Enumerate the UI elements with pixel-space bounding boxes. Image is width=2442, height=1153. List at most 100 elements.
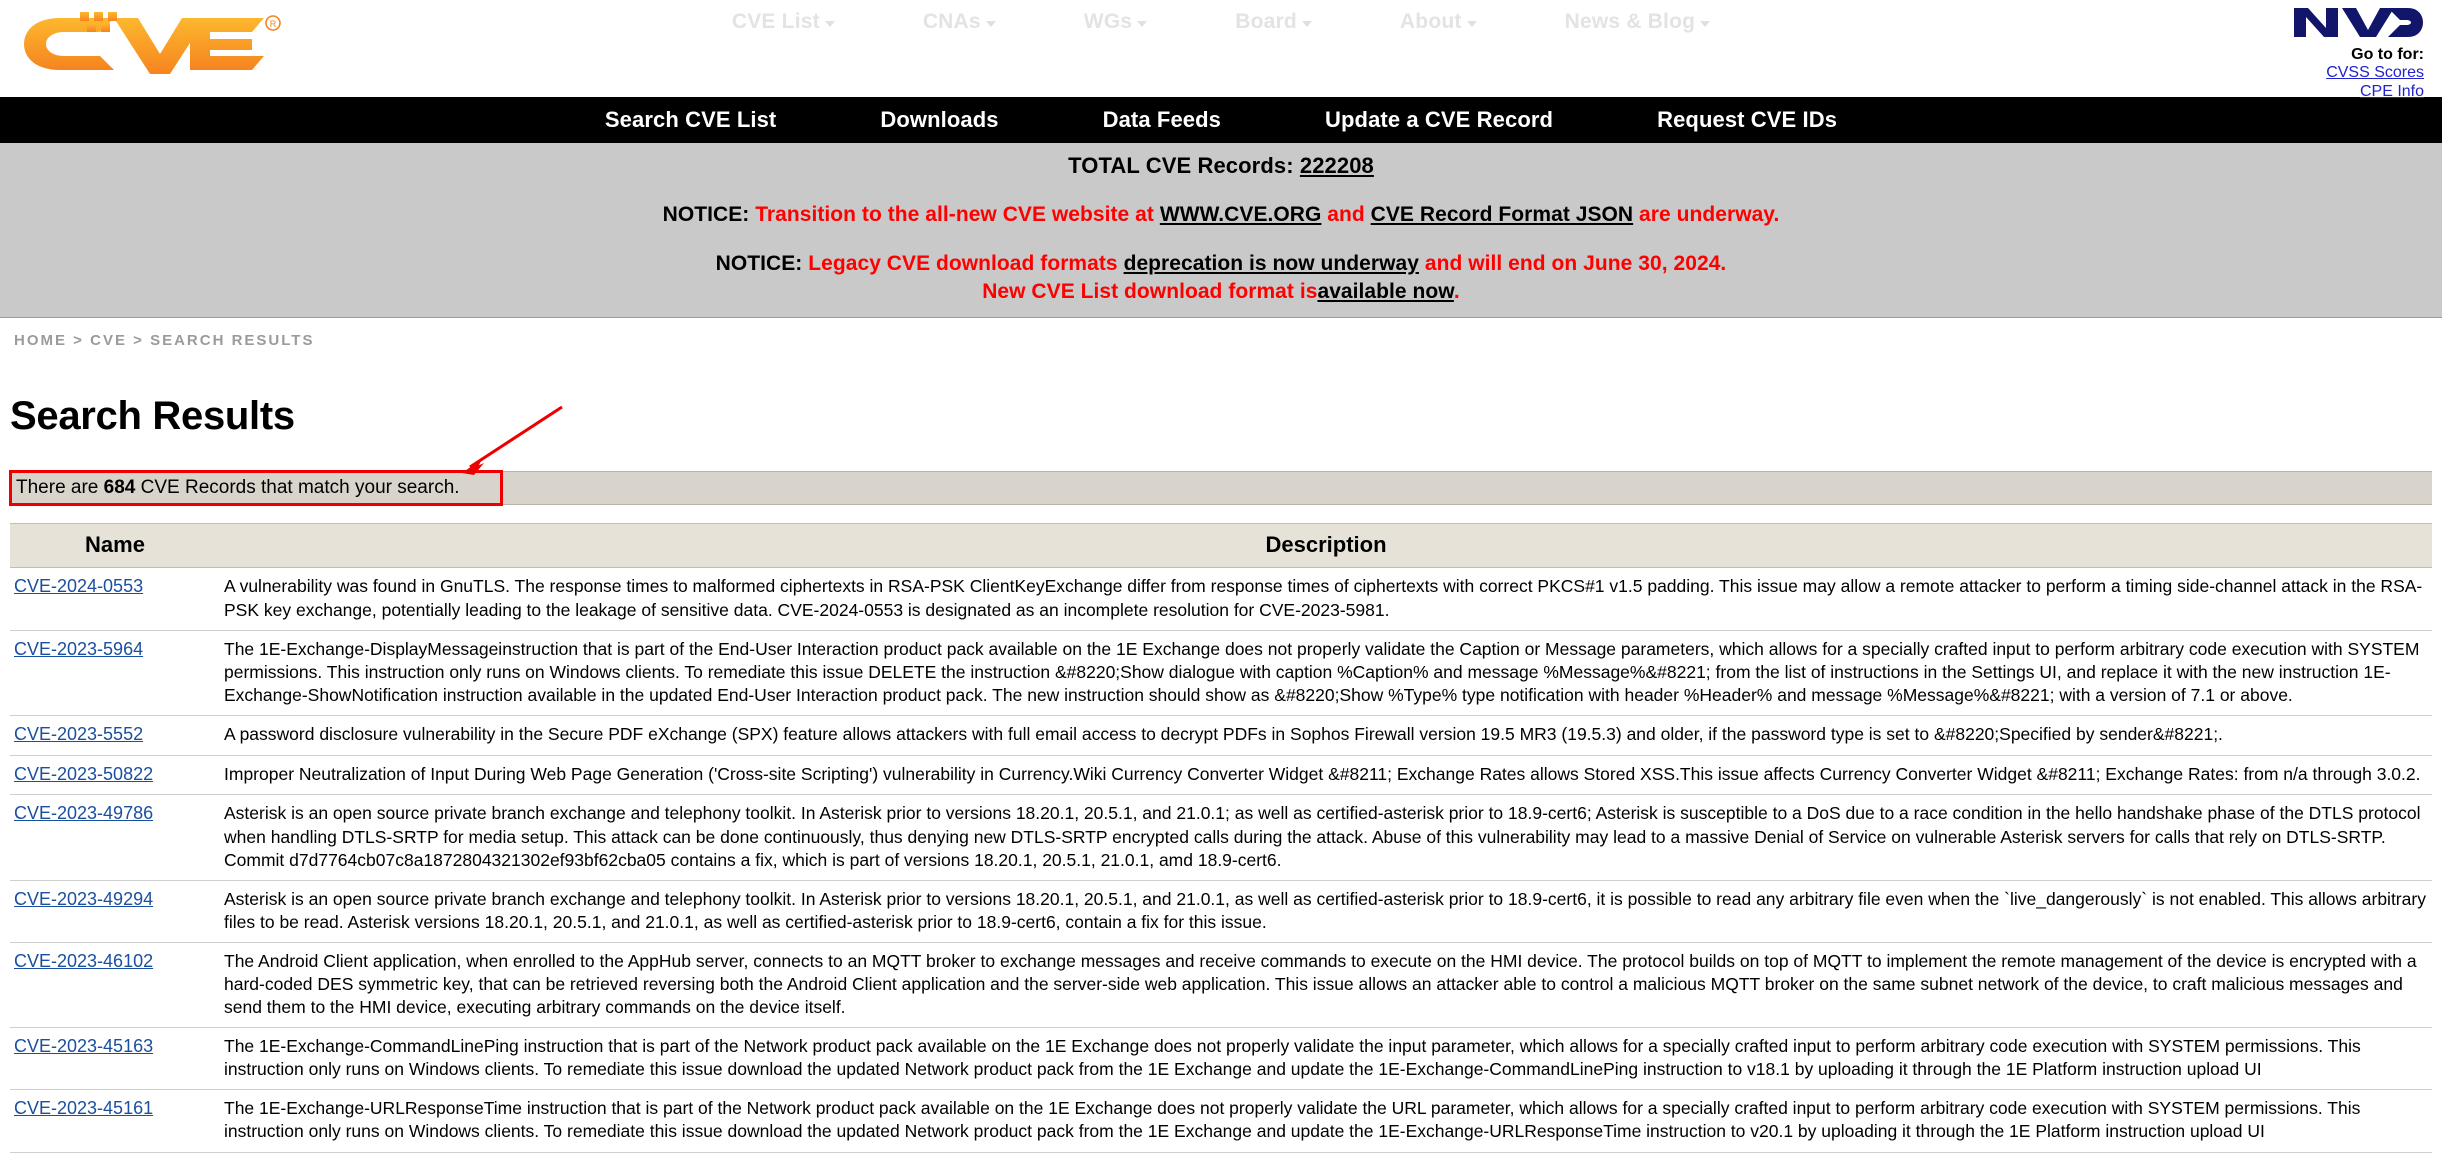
- table-row: CVE-2024-0553 A vulnerability was found …: [10, 567, 2432, 631]
- svg-text:R: R: [270, 19, 277, 29]
- nvd-link-cpe-info[interactable]: CPE Info: [2022, 83, 2424, 102]
- chevron-down-icon: [1301, 20, 1312, 27]
- nav-item-label: CNAs: [922, 10, 981, 33]
- cve-description-cell: A vulnerability was found in GnuTLS. The…: [220, 567, 2432, 631]
- link-cve-record-format-json[interactable]: CVE Record Format JSON: [1371, 203, 1634, 226]
- nvd-goto-label: Go to for:: [2351, 46, 2424, 63]
- total-records-label: TOTAL CVE Records:: [1068, 153, 1294, 178]
- nav-item-label: About: [1399, 10, 1462, 33]
- cve-description-cell: Asterisk is an open source private branc…: [220, 794, 2432, 881]
- cve-description-cell: Improper Neutralization of Input During …: [220, 755, 2432, 796]
- cve-logo-link[interactable]: R: [0, 0, 420, 78]
- cve-id-cell: CVE-2023-50822: [10, 755, 220, 796]
- cve-id-link[interactable]: CVE-2023-49786: [14, 803, 153, 823]
- nvd-link-cvss-scores[interactable]: CVSS Scores: [2022, 64, 2424, 83]
- cve-id-cell: CVE-2023-45161: [10, 1089, 220, 1153]
- cve-id-link[interactable]: CVE-2024-0553: [14, 576, 143, 596]
- breadcrumb: HOME > CVE > SEARCH RESULTS: [0, 318, 2442, 355]
- result-count-prefix: There are: [16, 477, 99, 499]
- result-count-suffix: CVE Records that match your search.: [140, 477, 460, 499]
- cve-id-cell: CVE-2024-0553: [10, 567, 220, 631]
- table-row: CVE-2023-5964 The 1E-Exchange-DisplayMes…: [10, 630, 2432, 716]
- cve-id-cell: CVE-2023-49786: [10, 794, 220, 881]
- chevron-down-icon: [985, 20, 996, 27]
- cve-description-cell: Asterisk is an open source private branc…: [220, 880, 2432, 943]
- breadcrumb-separator: >: [133, 331, 144, 349]
- notice-text-2: and will end on June 30, 2024.: [1424, 252, 1727, 276]
- nav-item-label: WGs: [1083, 10, 1133, 33]
- nav-item-cve-list[interactable]: CVE List: [732, 10, 835, 34]
- nav-item-label: CVE List: [731, 10, 820, 33]
- link-available-now[interactable]: available now: [1317, 280, 1453, 303]
- nav-item-label: Board: [1235, 10, 1297, 33]
- result-count-wrapper: There are 684 CVE Records that match you…: [9, 406, 2432, 507]
- chevron-down-icon: [824, 20, 835, 27]
- notice-text-2: and: [1327, 203, 1365, 226]
- notice-label: NOTICE:: [662, 203, 750, 226]
- cve-description-cell: The 1E-Exchange-URLResponseTime instruct…: [220, 1089, 2432, 1153]
- nav-item-news-blog[interactable]: News & Blog: [1565, 10, 1711, 34]
- chevron-down-icon: [1700, 20, 1711, 27]
- cve-logo: R: [24, 12, 281, 74]
- nav-update-a-cve-record[interactable]: Update a CVE Record: [1325, 107, 1553, 133]
- total-cve-records: TOTAL CVE Records: 222208: [0, 153, 2442, 179]
- table-row: CVE-2023-50822 Improper Neutralization o…: [10, 755, 2432, 796]
- nav-request-cve-ids[interactable]: Request CVE IDs: [1657, 107, 1837, 133]
- nvd-panel: Go to for: CVSS Scores CPE Info: [2022, 0, 2442, 102]
- nvd-logo[interactable]: [2292, 6, 2424, 40]
- nav-data-feeds[interactable]: Data Feeds: [1103, 107, 1221, 133]
- cve-id-cell: CVE-2023-49294: [10, 880, 220, 943]
- notice-text-2: .: [1453, 279, 1460, 303]
- table-row: CVE-2023-46102 The Android Client applic…: [10, 942, 2432, 1029]
- page-title: Search Results: [10, 393, 295, 438]
- table-row: CVE-2023-45163 The 1E-Exchange-CommandLi…: [10, 1027, 2432, 1091]
- nav-item-cnas[interactable]: CNAs: [923, 10, 996, 34]
- cve-description-cell: A password disclosure vulnerability in t…: [220, 715, 2432, 756]
- table-row: CVE-2023-45161 The 1E-Exchange-URLRespon…: [10, 1089, 2432, 1153]
- nav-downloads[interactable]: Downloads: [880, 107, 998, 133]
- cve-description-cell: The 1E-Exchange-CommandLinePing instruct…: [220, 1027, 2432, 1091]
- notice-label: NOTICE:: [715, 252, 803, 276]
- chevron-down-icon: [1466, 20, 1477, 27]
- table-header-row: Name Description: [10, 523, 2432, 569]
- search-results-table: Name Description CVE-2024-0553 A vulnera…: [10, 523, 2432, 1153]
- table-body: CVE-2024-0553 A vulnerability was found …: [10, 567, 2432, 1153]
- column-header-description[interactable]: Description: [220, 523, 2432, 569]
- breadcrumb-item-home[interactable]: HOME: [14, 332, 67, 349]
- cve-description-cell: The Android Client application, when enr…: [220, 942, 2432, 1029]
- cve-id-link[interactable]: CVE-2023-50822: [14, 764, 153, 784]
- link-www-cve-org[interactable]: WWW.CVE.ORG: [1160, 203, 1322, 226]
- cve-id-cell: CVE-2023-45163: [10, 1027, 220, 1091]
- notice-new-download-format: New CVE List download format isavailable…: [0, 278, 2442, 305]
- cve-description-cell: The 1E-Exchange-DisplayMessageinstructio…: [220, 630, 2432, 716]
- breadcrumb-item-search-results: SEARCH RESULTS: [150, 331, 315, 349]
- table-row: CVE-2023-5552 A password disclosure vuln…: [10, 715, 2432, 756]
- cve-id-link[interactable]: CVE-2023-46102: [14, 951, 153, 971]
- notice-text-3: are underway.: [1639, 203, 1780, 226]
- result-count-bar: There are 684 CVE Records that match you…: [10, 471, 2432, 506]
- cve-id-cell: CVE-2023-5552: [10, 715, 220, 756]
- cve-id-link[interactable]: CVE-2023-45161: [14, 1098, 153, 1118]
- result-count-value: 684: [103, 477, 136, 499]
- nav-item-label: News & Blog: [1564, 10, 1696, 33]
- nav-item-board[interactable]: Board: [1235, 10, 1312, 34]
- column-header-name[interactable]: Name: [10, 523, 220, 569]
- table-row: CVE-2023-49786 Asterisk is an open sourc…: [10, 794, 2432, 881]
- cve-id-link[interactable]: CVE-2023-45163: [14, 1036, 153, 1056]
- link-deprecation-underway[interactable]: deprecation is now underway: [1124, 252, 1419, 275]
- cve-id-link[interactable]: CVE-2023-5964: [14, 639, 143, 659]
- cve-id-link[interactable]: CVE-2023-5552: [14, 724, 143, 744]
- notice-text-1: Transition to the all-new CVE website at: [755, 203, 1154, 226]
- nav-item-about[interactable]: About: [1400, 10, 1477, 34]
- nav-search-cve-list[interactable]: Search CVE List: [605, 107, 776, 133]
- nav-item-wgs[interactable]: WGs: [1083, 10, 1148, 34]
- notice-text-1: New CVE List download format is: [982, 279, 1318, 303]
- total-records-count-link[interactable]: 222208: [1300, 153, 1374, 178]
- primary-navigation: CVE List CNAs WGs Board About News & Blo…: [420, 0, 2022, 34]
- breadcrumb-item-cve[interactable]: CVE: [90, 332, 127, 349]
- notice-transition: NOTICE: Transition to the all-new CVE we…: [0, 201, 2442, 228]
- table-header: Name Description: [10, 523, 2432, 569]
- breadcrumb-separator: >: [73, 331, 84, 349]
- cve-id-link[interactable]: CVE-2023-49294: [14, 889, 153, 909]
- secondary-navigation-bar: Search CVE List Downloads Data Feeds Upd…: [0, 97, 2442, 143]
